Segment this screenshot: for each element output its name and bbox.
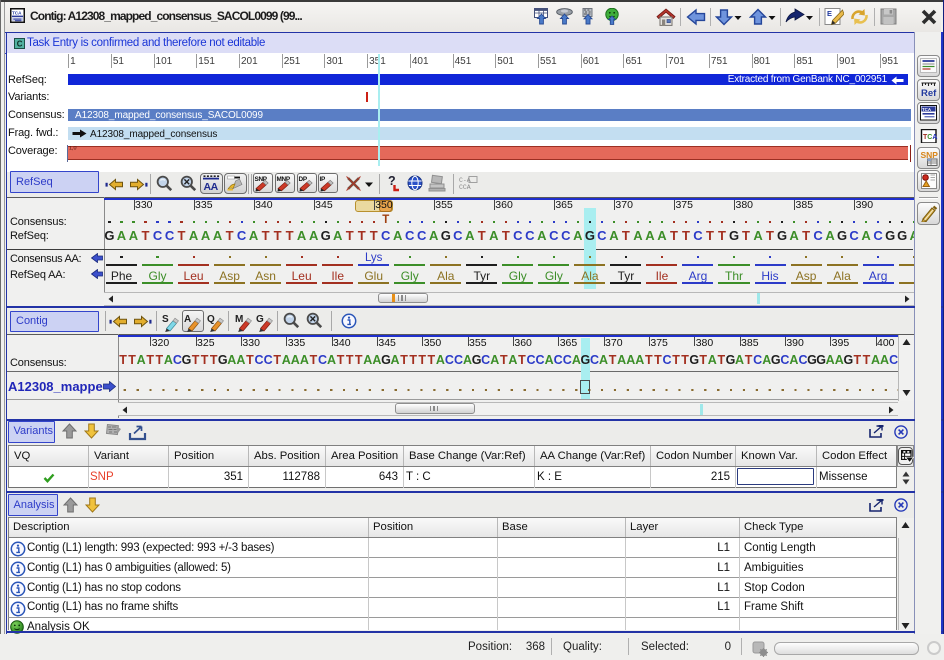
svg-text:Q: Q (207, 314, 215, 325)
svg-text:Ref: Ref (921, 88, 937, 98)
svg-text:A: A (184, 314, 191, 325)
svg-text:CCA: CCA (459, 184, 471, 190)
svg-text:TCA: TCA (12, 10, 22, 15)
svg-text:AA: AA (204, 181, 219, 192)
svg-text:C: C (17, 39, 23, 48)
svg-text:TCA: TCA (922, 107, 932, 112)
svg-text:G: G (256, 314, 264, 325)
svg-text:S: S (162, 314, 169, 325)
svg-text:M: M (235, 314, 243, 325)
svg-text:E: E (827, 9, 832, 18)
svg-text:TCA: TCA (923, 134, 937, 141)
svg-text:DP: DP (299, 176, 308, 183)
svg-text:IP: IP (320, 176, 326, 183)
